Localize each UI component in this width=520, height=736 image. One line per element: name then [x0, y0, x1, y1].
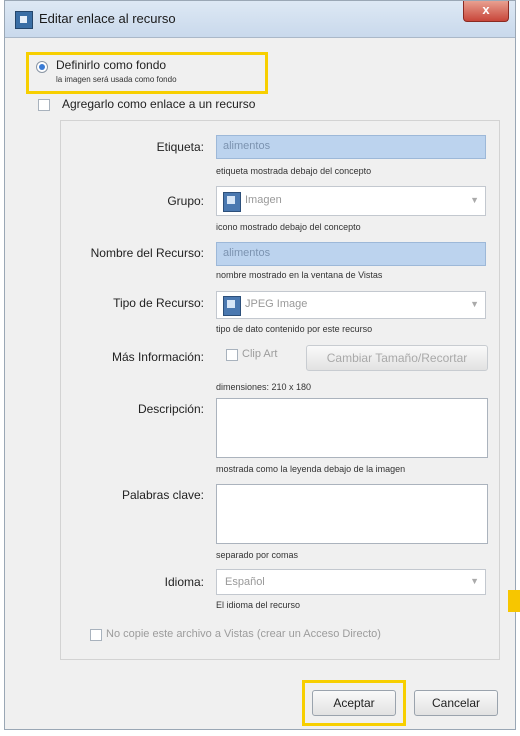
- label-grupo: Grupo:: [167, 194, 204, 208]
- add-link-label: Agregarlo como enlace a un recurso: [62, 97, 256, 111]
- clip-art-label: Clip Art: [242, 348, 278, 360]
- hint-descripcion: mostrada como la leyenda debajo de la im…: [216, 464, 406, 474]
- chevron-down-icon: ▼: [470, 299, 479, 309]
- label-mas-informacion: Más Información:: [111, 350, 204, 364]
- clip-art-checkbox[interactable]: [226, 349, 238, 361]
- hint-grupo: icono mostrado debajo del concepto: [216, 222, 361, 232]
- radio-add-link[interactable]: [38, 99, 50, 111]
- idioma-select[interactable]: Español ▼: [216, 569, 486, 595]
- radio-define-background[interactable]: [36, 61, 48, 73]
- label-tipo-recurso: Tipo de Recurso:: [113, 296, 204, 310]
- grupo-value: Imagen: [245, 194, 282, 206]
- descripcion-textarea[interactable]: [216, 398, 488, 458]
- etiqueta-input[interactable]: alimentos: [216, 135, 486, 159]
- hint-etiqueta: etiqueta mostrada debajo del concepto: [216, 166, 372, 176]
- hint-idioma: El idioma del recurso: [216, 600, 301, 610]
- tipo-recurso-value: JPEG Image: [245, 298, 308, 310]
- chevron-down-icon: ▼: [470, 195, 479, 205]
- hint-nombre-recurso: nombre mostrado en la ventana de Vistas: [216, 270, 383, 280]
- tipo-recurso-select[interactable]: JPEG Image ▼: [216, 291, 486, 319]
- no-copy-label: No copie este archivo a Vistas (crear un…: [106, 628, 381, 640]
- no-copy-checkbox[interactable]: [90, 629, 102, 641]
- hint-dimensiones: dimensiones: 210 x 180: [216, 382, 312, 392]
- resize-crop-button[interactable]: Cambiar Tamaño/Recortar: [306, 345, 488, 371]
- label-etiqueta: Etiqueta:: [156, 140, 204, 154]
- label-descripcion: Descripción:: [137, 402, 204, 416]
- accept-button[interactable]: Aceptar: [312, 690, 396, 716]
- palabras-clave-textarea[interactable]: [216, 484, 488, 544]
- cancel-button[interactable]: Cancelar: [414, 690, 498, 716]
- define-background-sublabel: la imagen será usada como fondo: [56, 75, 177, 84]
- hint-palabras-clave: separado por comas: [216, 550, 299, 560]
- highlight-marker: [508, 590, 520, 612]
- grupo-select[interactable]: Imagen ▼: [216, 186, 486, 216]
- label-palabras-clave: Palabras clave:: [121, 488, 204, 502]
- title-bar[interactable]: Editar enlace al recurso x: [5, 1, 515, 38]
- define-background-label: Definirlo como fondo: [56, 58, 167, 72]
- app-icon: [15, 11, 33, 29]
- jpeg-icon: [223, 296, 241, 316]
- chevron-down-icon: ▼: [470, 576, 479, 586]
- close-button[interactable]: x: [463, 1, 509, 22]
- nombre-recurso-input[interactable]: alimentos: [216, 242, 486, 266]
- label-idioma: Idioma:: [164, 575, 204, 589]
- hint-tipo-recurso: tipo de dato contenido por este recurso: [216, 324, 373, 334]
- label-nombre-recurso: Nombre del Recurso:: [90, 246, 204, 260]
- idioma-value: Español: [225, 576, 265, 588]
- window-title: Editar enlace al recurso: [39, 11, 176, 26]
- image-icon: [223, 192, 241, 212]
